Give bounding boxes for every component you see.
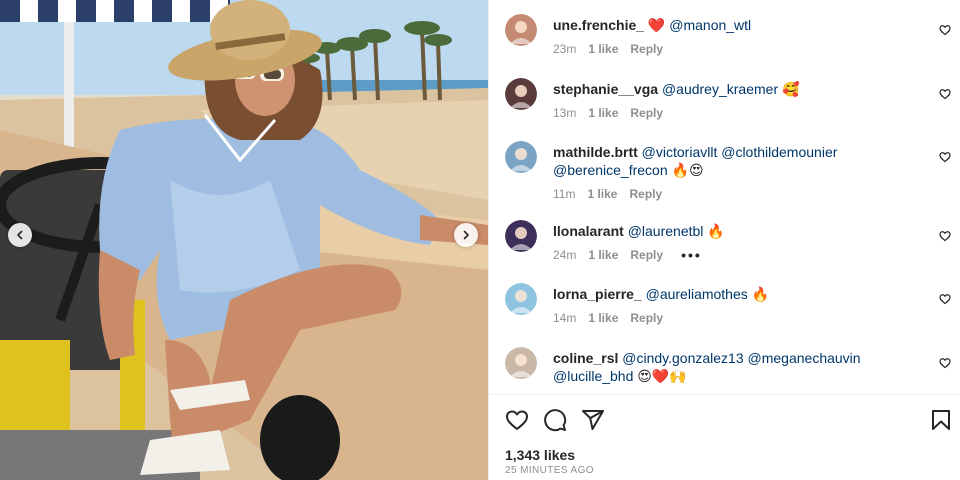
comment-like-button[interactable] <box>939 24 951 36</box>
comment-username[interactable]: stephanie__vga <box>553 81 658 97</box>
like-button[interactable] <box>505 408 529 432</box>
comment-like-button[interactable] <box>939 293 951 305</box>
chevron-left-icon <box>17 230 23 240</box>
comment-username[interactable]: une.frenchie_ <box>553 17 644 33</box>
reply-button[interactable]: Reply <box>630 310 663 326</box>
comment-like-button[interactable] <box>939 151 951 163</box>
avatar[interactable] <box>505 78 537 110</box>
bookmark-icon <box>932 410 950 430</box>
avatar[interactable] <box>505 347 537 379</box>
comment-meta: 24m 1 like Reply ••• <box>553 247 933 263</box>
post-timestamp: 25 MINUTES AGO <box>505 465 594 476</box>
heart-icon <box>939 358 951 369</box>
comment-body: lorna_pierre_ @aureliamothes 🔥 14m 1 like R… <box>553 285 933 326</box>
heart-icon <box>506 410 528 430</box>
avatar[interactable] <box>505 141 537 173</box>
comment-likes[interactable]: 1 like <box>588 105 618 121</box>
action-bar: 1,343 likes 25 MINUTES AGO <box>489 394 960 480</box>
reply-button[interactable]: Reply <box>629 186 662 202</box>
chevron-right-icon <box>463 230 469 240</box>
comment-icon <box>544 409 567 432</box>
comment-body: coline_rsl @cindy.gonzalez13 @meganechau… <box>553 349 933 385</box>
comment-meta: 23m 1 like Reply <box>553 41 933 57</box>
comment-body: mathilde.brtt @victoriavllt @clothildemo… <box>553 143 933 202</box>
comment-time[interactable]: 13m <box>553 105 576 121</box>
comment-text: ❤️ <box>647 17 670 33</box>
comments-panel: une.frenchie_ ❤️ @manon_wtl 23m 1 like Repl… <box>488 0 960 480</box>
comment-time[interactable]: 24m <box>553 247 576 263</box>
comment-time[interactable]: 23m <box>553 41 576 57</box>
avatar[interactable] <box>505 14 537 46</box>
beach-photo <box>0 0 488 480</box>
comment-text: 🔥 <box>703 223 725 239</box>
heart-icon <box>939 231 951 242</box>
share-button[interactable] <box>581 408 605 432</box>
comment-username[interactable]: mathilde.brtt <box>553 144 638 160</box>
post-photo[interactable] <box>0 0 488 480</box>
comment-like-button[interactable] <box>939 357 951 369</box>
share-icon <box>582 410 604 430</box>
save-button[interactable] <box>929 408 953 432</box>
comment-likes[interactable]: 1 like <box>588 310 618 326</box>
comment-likes[interactable]: 1 like <box>587 186 617 202</box>
comment-body: stephanie__vga @audrey_kraemer 🥰 13m 1 lik… <box>553 80 933 121</box>
mention-link[interactable]: @meganechauvin <box>748 350 861 366</box>
comment-meta: 13m 1 like Reply <box>553 105 933 121</box>
comment-text: 🔥 <box>747 286 770 302</box>
reply-button[interactable]: Reply <box>630 41 663 57</box>
reply-button[interactable]: Reply <box>630 105 663 121</box>
previous-image-button[interactable] <box>8 223 32 247</box>
mention-link[interactable]: @clothildemounier <box>721 144 837 160</box>
heart-icon <box>939 294 951 305</box>
mention-link[interactable]: @manon_wtl <box>669 17 751 33</box>
comment-meta: 14m 1 like Reply <box>553 310 933 326</box>
comment-likes[interactable]: 1 like <box>588 41 618 57</box>
comments-list[interactable]: une.frenchie_ ❤️ @manon_wtl 23m 1 like Repl… <box>489 0 960 394</box>
comment-text: 🔥😍 <box>667 162 704 178</box>
comment-likes[interactable]: 1 like <box>588 247 618 263</box>
heart-icon <box>939 25 951 36</box>
reply-button[interactable]: Reply <box>630 247 663 263</box>
comment-username[interactable]: llonalarant <box>553 223 624 239</box>
mention-link[interactable]: @audrey_kraemer <box>662 81 778 97</box>
comment-username[interactable]: coline_rsl <box>553 350 618 366</box>
comment-like-button[interactable] <box>939 88 951 100</box>
mention-link[interactable]: @laurenetbl <box>628 223 704 239</box>
comment-body: llonalarant @laurenetbl 🔥 24m 1 like Reply •… <box>553 222 933 263</box>
avatar[interactable] <box>505 283 537 315</box>
next-image-button[interactable] <box>454 223 478 247</box>
likes-count[interactable]: 1,343 likes <box>505 447 575 463</box>
comment-button[interactable] <box>543 408 567 432</box>
heart-icon <box>939 152 951 163</box>
comment-text: 😍❤️🙌 <box>633 368 687 384</box>
comment-time[interactable]: 11m <box>553 186 575 202</box>
comment-like-button[interactable] <box>939 230 951 242</box>
comment-time[interactable]: 14m <box>553 310 576 326</box>
comment-meta: 11m 1 like Reply <box>553 186 933 202</box>
comment-text: 🥰 <box>778 81 800 97</box>
mention-link[interactable]: @lucille_bhd <box>553 368 633 384</box>
comment-body: une.frenchie_ ❤️ @manon_wtl 23m 1 like Repl… <box>553 16 933 57</box>
comment-username[interactable]: lorna_pierre_ <box>553 286 642 302</box>
mention-link[interactable]: @victoriavllt <box>642 144 718 160</box>
more-options-button[interactable]: ••• <box>681 247 702 263</box>
mention-link[interactable]: @berenice_frecon <box>553 162 668 178</box>
mention-link[interactable]: @cindy.gonzalez13 <box>622 350 743 366</box>
heart-icon <box>939 89 951 100</box>
avatar[interactable] <box>505 220 537 252</box>
mention-link[interactable]: @aureliamothes <box>646 286 748 302</box>
